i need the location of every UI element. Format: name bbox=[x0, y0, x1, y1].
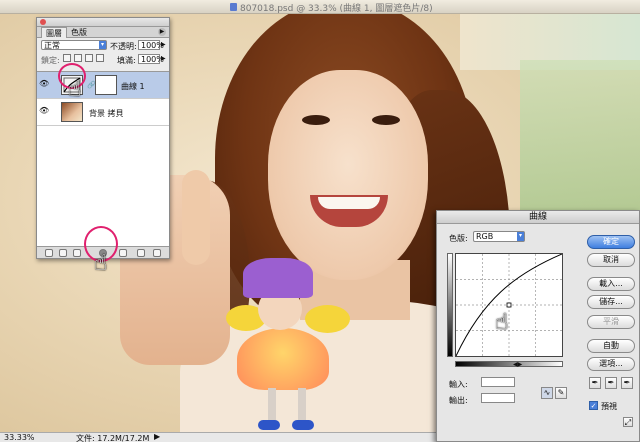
input-gradient-bar bbox=[455, 361, 563, 367]
curves-dialog: 曲線 色版: RGB ▾ ◀▶ 輸入: 輸出: ∿ ✎ 確定 取消 載入... … bbox=[436, 210, 640, 442]
hand-cursor-icon: ☝ bbox=[68, 77, 82, 102]
fill-arrow-icon[interactable]: ▶ bbox=[161, 55, 166, 62]
layer-style-icon[interactable] bbox=[59, 249, 67, 257]
blend-row: 正常 ▾ 不透明: 100% ▶ bbox=[37, 38, 169, 52]
fill-label: 填滿: bbox=[117, 56, 136, 65]
palette-tabs: 圖層 色版 ▶ bbox=[37, 27, 169, 38]
options-button[interactable]: 選項... bbox=[587, 357, 635, 371]
curve-points bbox=[506, 302, 512, 308]
blend-mode-select[interactable]: 正常 ▾ bbox=[41, 40, 107, 50]
doll-hair-right bbox=[305, 305, 350, 333]
doll-hat bbox=[243, 258, 313, 298]
channel-select[interactable]: RGB ▾ bbox=[473, 231, 525, 242]
layer-name[interactable]: 背景 拷貝 bbox=[89, 108, 124, 119]
preview-label: 預視 bbox=[601, 402, 617, 411]
ok-button[interactable]: 確定 bbox=[587, 235, 635, 249]
add-mask-icon[interactable] bbox=[73, 249, 81, 257]
curve-point-tool-icon[interactable]: ∿ bbox=[541, 387, 553, 399]
doll-body bbox=[237, 328, 329, 390]
hand-cursor-icon: ☝ bbox=[94, 251, 108, 276]
palette-title-bar[interactable] bbox=[37, 18, 169, 27]
zoom-level[interactable]: 33.33% bbox=[4, 433, 35, 442]
hand-cursor-icon: ☝ bbox=[495, 310, 509, 335]
background-plant bbox=[520, 60, 640, 210]
output-field[interactable] bbox=[481, 393, 515, 403]
pencil-tool-icon[interactable]: ✎ bbox=[555, 387, 567, 399]
chevron-down-icon: ▾ bbox=[99, 41, 106, 49]
photo-eye-left bbox=[302, 115, 330, 125]
lock-image-icon[interactable] bbox=[74, 54, 82, 62]
opacity-label: 不透明: bbox=[110, 42, 137, 51]
doll-shoe-right bbox=[292, 420, 314, 430]
channel-value: RGB bbox=[476, 232, 494, 241]
black-eyedropper-icon[interactable]: ✒ bbox=[589, 377, 601, 389]
palette-menu-icon[interactable]: ▶ bbox=[158, 28, 166, 36]
preview-checkbox[interactable]: ✓ bbox=[589, 401, 598, 410]
white-eyedropper-icon[interactable]: ✒ bbox=[621, 377, 633, 389]
curve-graph[interactable] bbox=[455, 253, 563, 357]
doc-size: 文件: 17.2M/17.2M bbox=[76, 434, 150, 442]
layer-row-curves[interactable]: 👁 🔗 曲線 1 bbox=[37, 72, 169, 99]
status-menu-arrow[interactable]: ▶ bbox=[154, 432, 160, 441]
document-title-bar[interactable]: 807018.psd @ 33.3% (曲線 1, 圖層遮色片/8) bbox=[0, 0, 640, 14]
blend-mode-value: 正常 bbox=[44, 41, 60, 50]
smooth-button[interactable]: 平滑 bbox=[587, 315, 635, 329]
layer-row-background-copy[interactable]: 👁 背景 拷貝 bbox=[37, 99, 169, 126]
fill-field[interactable]: 100% bbox=[138, 54, 164, 64]
new-layer-icon[interactable] bbox=[137, 249, 145, 257]
gradient-swap-icon[interactable]: ◀▶ bbox=[513, 361, 522, 368]
input-label: 輸入: bbox=[449, 380, 468, 389]
gray-eyedropper-icon[interactable]: ✒ bbox=[605, 377, 617, 389]
doll-leg-left bbox=[268, 388, 276, 422]
new-group-icon[interactable] bbox=[119, 249, 127, 257]
auto-button[interactable]: 自動 bbox=[587, 339, 635, 353]
document-icon bbox=[230, 3, 237, 11]
dialog-title[interactable]: 曲線 bbox=[437, 211, 639, 224]
input-field[interactable] bbox=[481, 377, 515, 387]
doll-leg-right bbox=[298, 388, 306, 422]
photo-face bbox=[268, 70, 428, 280]
output-label: 輸出: bbox=[449, 396, 468, 405]
doll-shoe-left bbox=[258, 420, 280, 430]
load-button[interactable]: 載入... bbox=[587, 277, 635, 291]
tab-channels[interactable]: 色版 bbox=[67, 27, 91, 38]
link-layers-icon[interactable] bbox=[45, 249, 53, 257]
layer-mask-thumbnail[interactable] bbox=[95, 75, 117, 95]
tab-layers[interactable]: 圖層 bbox=[41, 27, 67, 38]
photo-teeth bbox=[318, 197, 380, 209]
eye-icon[interactable]: 👁 bbox=[39, 107, 49, 115]
opacity-arrow-icon[interactable]: ▶ bbox=[161, 41, 166, 48]
opacity-field[interactable]: 100% bbox=[138, 40, 164, 50]
layer-thumbnail[interactable] bbox=[61, 102, 83, 122]
status-bar: 33.33% 文件: 17.2M/17.2M ▶ bbox=[0, 432, 440, 442]
cancel-button[interactable]: 取消 bbox=[587, 253, 635, 267]
photo-eye-right bbox=[372, 115, 400, 125]
document-title: 807018.psd @ 33.3% (曲線 1, 圖層遮色片/8) bbox=[240, 4, 433, 14]
lock-all-icon[interactable] bbox=[96, 54, 104, 62]
lock-label: 鎖定: bbox=[41, 56, 60, 65]
palette-close-icon[interactable] bbox=[40, 19, 46, 25]
lock-row: 鎖定: 填滿: 100% ▶ bbox=[37, 52, 169, 66]
expand-dialog-icon[interactable]: ⤢ bbox=[623, 417, 633, 427]
save-button[interactable]: 儲存... bbox=[587, 295, 635, 309]
trash-icon[interactable] bbox=[153, 249, 161, 257]
lock-transparency-icon[interactable] bbox=[63, 54, 71, 62]
channel-label: 色版: bbox=[449, 234, 468, 243]
curve-control-point[interactable] bbox=[506, 302, 512, 308]
output-gradient-bar bbox=[447, 253, 453, 357]
lock-position-icon[interactable] bbox=[85, 54, 93, 62]
layers-palette: 圖層 色版 ▶ 正常 ▾ 不透明: 100% ▶ 鎖定: 填滿: 100% ▶ … bbox=[36, 17, 170, 259]
eye-icon[interactable]: 👁 bbox=[39, 80, 49, 88]
chevron-down-icon: ▾ bbox=[517, 232, 524, 241]
photo-finger bbox=[182, 170, 210, 265]
layer-list: 👁 🔗 曲線 1 👁 背景 拷貝 bbox=[37, 71, 169, 246]
curve-plot[interactable] bbox=[455, 253, 563, 357]
layer-name[interactable]: 曲線 1 bbox=[121, 81, 145, 92]
